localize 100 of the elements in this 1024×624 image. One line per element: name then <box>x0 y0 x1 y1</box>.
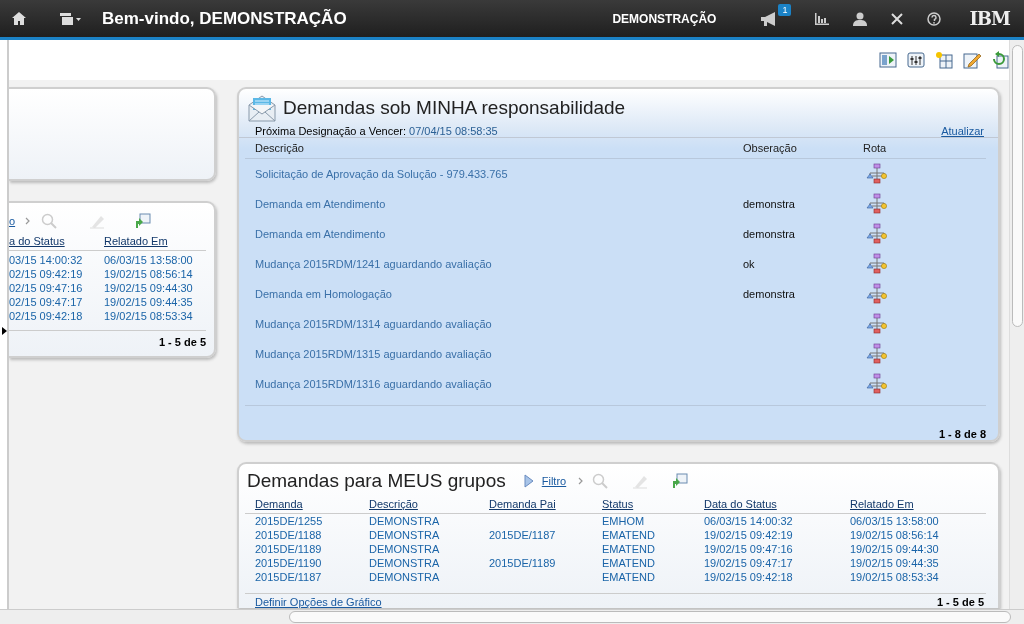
table-cell[interactable]: 19/02/15 09:47:17 <box>704 556 850 570</box>
table-cell[interactable]: 19/02/15 09:42:19 <box>704 528 850 542</box>
assignment-link[interactable]: Mudança 2015RDM/1315 aguardando avaliação <box>255 348 743 360</box>
table-cell[interactable]: 06/03/15 13:58:00 <box>850 514 986 528</box>
route-diagram-icon[interactable] <box>866 253 888 275</box>
assignment-link[interactable]: Demanda em Atendimento <box>255 198 743 210</box>
play-triangle-icon[interactable] <box>523 474 534 488</box>
route-diagram-icon[interactable] <box>866 223 888 245</box>
note-text: demonstra <box>743 198 796 210</box>
table-cell[interactable]: 2015DE/1188 <box>255 528 369 542</box>
envelope-icon <box>247 93 277 123</box>
assignment-link[interactable]: Mudança 2015RDM/1316 aguardando avaliação <box>255 378 743 390</box>
next-due-label: Próxima Designação a Vencer: <box>255 125 407 137</box>
table-cell[interactable]: EMATEND <box>602 556 704 570</box>
table-cell[interactable]: 19/02/15 09:44:35 <box>850 556 986 570</box>
assignment-link[interactable]: Mudança 2015RDM/1241 aguardando avaliação <box>255 258 743 270</box>
table-cell[interactable]: 19/02/15 09:47:16 <box>704 542 850 556</box>
table-cell[interactable]: 02/15 09:47:16 <box>9 281 104 295</box>
filter-link[interactable]: o <box>9 215 16 227</box>
table-cell[interactable]: EMATEND <box>602 570 704 584</box>
route-diagram-icon[interactable] <box>866 313 888 335</box>
export-window-icon[interactable] <box>672 473 689 489</box>
route-diagram-icon[interactable] <box>866 283 888 305</box>
home-icon[interactable] <box>12 12 26 25</box>
notification-badge: 1 <box>778 3 792 16</box>
bar-chart-icon[interactable] <box>815 12 830 25</box>
table-cell[interactable]: EMHOM <box>602 514 704 528</box>
table-cell[interactable]: EMATEND <box>602 528 704 542</box>
table-cell[interactable]: 06/03/15 14:00:32 <box>704 514 850 528</box>
column-header[interactable]: Data do Status <box>704 498 850 510</box>
table-cell[interactable]: 19/02/15 09:42:18 <box>704 570 850 584</box>
route-diagram-icon[interactable] <box>866 343 888 365</box>
column-header[interactable]: Demanda Pai <box>489 498 602 510</box>
note-text: demonstra <box>743 228 796 240</box>
refresh-link[interactable]: Atualizar <box>941 125 984 137</box>
route-diagram-icon[interactable] <box>866 373 888 395</box>
table-cell[interactable]: 19/02/15 08:53:34 <box>850 570 986 584</box>
panel-title: Demandas para MEUS grupos <box>247 470 506 492</box>
table-cell[interactable]: 02/15 09:42:19 <box>9 267 104 281</box>
table-cell[interactable]: 06/03/15 13:58:00 <box>104 253 206 267</box>
filter-link[interactable]: Filtro <box>541 475 567 487</box>
panel-title: Demandas sob MINHA responsabilidade <box>283 97 626 119</box>
table-cell[interactable]: 2015DE/1190 <box>255 556 369 570</box>
chevron-icon <box>578 477 585 485</box>
assignment-link[interactable]: Mudança 2015RDM/1314 aguardando avaliação <box>255 318 743 330</box>
column-header[interactable]: Relatado Em <box>850 498 986 510</box>
assignment-link[interactable]: Demanda em Atendimento <box>255 228 743 240</box>
table-cell[interactable]: 2015DE/1255 <box>255 514 369 528</box>
note-text: ok <box>743 258 756 270</box>
table-cell[interactable]: 19/02/15 08:56:14 <box>104 267 206 281</box>
table-cell[interactable]: 19/02/15 09:44:30 <box>104 281 206 295</box>
table-cell[interactable]: 19/02/15 08:53:34 <box>104 309 206 323</box>
windows-menu-icon[interactable] <box>60 12 82 25</box>
table-cell[interactable]: 03/15 14:00:32 <box>9 253 104 267</box>
route-diagram-icon[interactable] <box>866 193 888 215</box>
column-header: Obseração <box>743 142 798 154</box>
refresh-icon[interactable] <box>991 51 1009 69</box>
assignment-link[interactable]: Demanda em Homologação <box>255 288 743 300</box>
table-cell[interactable]: 19/02/15 08:56:14 <box>850 528 986 542</box>
table-cell[interactable]: DEMONSTRA <box>369 528 489 542</box>
page-title: Bem-vindo, DEMONSTRAÇÃO <box>102 8 347 29</box>
sliders-icon[interactable] <box>907 51 925 69</box>
new-layout-icon[interactable] <box>935 51 953 69</box>
collapse-arrow-icon[interactable] <box>2 327 7 335</box>
route-diagram-icon[interactable] <box>866 163 888 185</box>
person-icon[interactable] <box>853 11 868 26</box>
assignment-link[interactable]: Solicitação de Aprovação da Solução - 979.433.765 <box>255 168 743 180</box>
column-header: Descrição <box>255 142 305 154</box>
table-cell[interactable]: 2015DE/1189 <box>255 542 369 556</box>
table-cell[interactable]: 19/02/15 09:44:30 <box>850 542 986 556</box>
note-text: demonstra <box>743 288 796 300</box>
user-name[interactable]: DEMONSTRAÇÃO <box>612 11 717 26</box>
chart-options-link[interactable]: Definir Opções de Gráfico <box>255 596 382 608</box>
layout-icon[interactable] <box>879 51 897 69</box>
table-cell[interactable]: DEMONSTRA <box>369 570 489 584</box>
edit-icon[interactable] <box>963 51 981 69</box>
table-cell[interactable]: DEMONSTRA <box>369 556 489 570</box>
table-cell[interactable]: 02/15 09:47:17 <box>9 295 104 309</box>
column-header: Rota <box>863 142 888 154</box>
table-cell[interactable]: DEMONSTRA <box>369 542 489 556</box>
table-cell[interactable]: 02/15 09:42:18 <box>9 309 104 323</box>
export-window-icon[interactable] <box>135 213 152 229</box>
logo: IBM <box>969 8 1010 29</box>
column-header[interactable]: Relatado Em <box>104 235 206 247</box>
close-icon[interactable] <box>891 12 904 25</box>
table-cell[interactable]: 2015DE/1187 <box>489 528 602 542</box>
help-icon[interactable] <box>927 11 942 26</box>
pagination-text: 1 - 8 de 8 <box>938 428 986 440</box>
table-cell[interactable]: DEMONSTRA <box>369 514 489 528</box>
table-cell[interactable]: 2015DE/1187 <box>255 570 369 584</box>
pagination-text: 1 - 5 de 5 <box>936 596 984 608</box>
column-header[interactable]: Status <box>602 498 704 510</box>
table-cell[interactable]: 2015DE/1189 <box>489 556 602 570</box>
table-cell[interactable]: EMATEND <box>602 542 704 556</box>
chevron-icon <box>25 217 32 225</box>
next-due-date: 07/04/15 08:58:35 <box>409 125 498 137</box>
column-header[interactable]: Descrição <box>369 498 489 510</box>
table-cell[interactable]: 19/02/15 09:44:35 <box>104 295 206 309</box>
column-header[interactable]: Demanda <box>255 498 369 510</box>
column-header[interactable]: a do Status <box>9 235 104 247</box>
